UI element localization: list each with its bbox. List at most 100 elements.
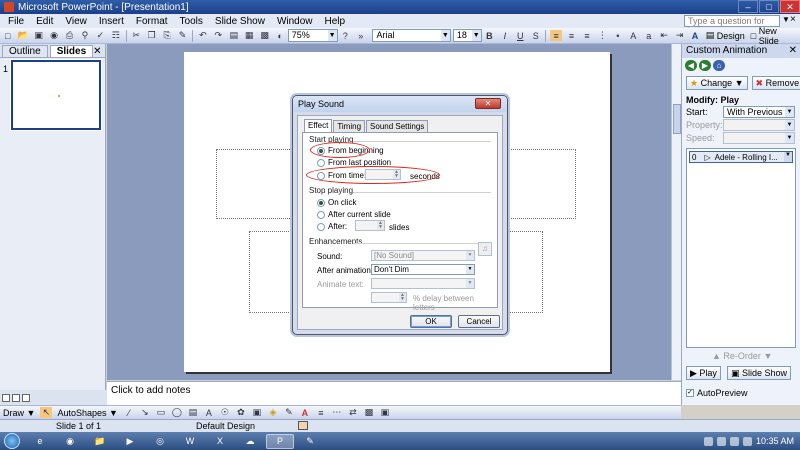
oval-icon[interactable]: ◯	[171, 407, 183, 418]
shadow-icon[interactable]: S	[530, 30, 541, 41]
menu-view[interactable]: View	[59, 16, 93, 27]
cancel-button[interactable]: Cancel	[458, 315, 500, 328]
save-icon[interactable]: ▣	[33, 30, 44, 41]
arrow-icon[interactable]: ↘	[139, 407, 151, 418]
after-slides-radio[interactable]: After:	[317, 222, 347, 231]
table-icon[interactable]: ▦	[243, 30, 254, 41]
property-select[interactable]: ▼	[723, 119, 795, 131]
wordart-icon[interactable]: A	[203, 407, 215, 418]
shadow-style-icon[interactable]: ▩	[363, 407, 375, 418]
chevron-down-icon[interactable]: ▼	[784, 152, 792, 162]
font-color-icon[interactable]: A	[689, 30, 700, 41]
print-icon[interactable]: ⎙	[64, 30, 75, 41]
normal-view-icon[interactable]	[2, 393, 10, 402]
from-beginning-radio[interactable]: From beginning	[317, 146, 384, 155]
cut-icon[interactable]: ✂	[130, 30, 141, 41]
underline-icon[interactable]: U	[515, 30, 526, 41]
tray-arrow-icon[interactable]	[703, 436, 713, 446]
network-icon[interactable]	[716, 436, 726, 446]
open-icon[interactable]: 📂	[17, 30, 29, 41]
menu-help[interactable]: Help	[319, 16, 352, 27]
change-button[interactable]: ★ Change ▼	[686, 76, 748, 90]
decrease-font-icon[interactable]: a	[643, 30, 654, 41]
font-color-icon[interactable]: A	[299, 407, 311, 418]
spin-arrows-icon[interactable]: ▲ ▼	[393, 170, 400, 179]
speaker-icon[interactable]: ♫	[478, 242, 492, 256]
clock[interactable]: 10:35 AM	[756, 436, 794, 446]
powerpoint-taskbar-icon[interactable]: P	[266, 433, 294, 449]
tab-effect[interactable]: Effect	[304, 119, 333, 132]
line-style-icon[interactable]: ≡	[315, 407, 327, 418]
bold-icon[interactable]: B	[484, 30, 495, 41]
spelling-icon[interactable]: ✓	[95, 30, 106, 41]
decrease-indent-icon[interactable]: ⇤	[658, 30, 669, 41]
3d-style-icon[interactable]: ▣	[379, 407, 391, 418]
spelling-status-icon[interactable]	[298, 421, 308, 430]
menu-window[interactable]: Window	[271, 16, 319, 27]
firefox-icon[interactable]: ◉	[56, 434, 84, 449]
align-right-icon[interactable]: ≡	[581, 30, 592, 41]
from-time-input[interactable]: ▲ ▼	[365, 169, 401, 180]
animate-text-select[interactable]: ▼	[371, 278, 475, 289]
picture-icon[interactable]: ▣	[251, 407, 263, 418]
remove-button[interactable]: ✖ Remove	[751, 76, 800, 90]
slide-thumbnail[interactable]	[10, 59, 102, 131]
sound-select[interactable]: [No Sound] ▼	[371, 250, 475, 261]
move-down-icon[interactable]: ▼	[761, 351, 772, 361]
align-left-icon[interactable]: ≡	[550, 30, 562, 41]
autopreview-checkbox[interactable]: ✓	[686, 389, 694, 397]
move-up-icon[interactable]: ▲	[712, 351, 723, 361]
copy-icon[interactable]: ❐	[146, 30, 157, 41]
slide-sorter-icon[interactable]	[12, 393, 20, 402]
word-icon[interactable]: W	[176, 434, 204, 449]
chrome-icon[interactable]: ◎	[146, 434, 174, 449]
color-grayscale-icon[interactable]: ◐	[274, 30, 285, 41]
chart-icon[interactable]: ▤	[228, 30, 239, 41]
menu-insert[interactable]: Insert	[93, 16, 130, 27]
dialog-title-bar[interactable]: Play Sound ✕	[293, 96, 507, 112]
delay-input[interactable]: ▲ ▼	[371, 292, 407, 303]
maximize-icon[interactable]: □	[759, 0, 779, 13]
forward-icon[interactable]: ▶	[699, 59, 711, 71]
animation-list[interactable]: 0 ▷ Adele - Rolling I... ▼	[686, 148, 796, 348]
line-color-icon[interactable]: ✎	[283, 407, 295, 418]
research-icon[interactable]: ☶	[110, 30, 121, 41]
excel-icon[interactable]: X	[206, 434, 234, 449]
power-icon[interactable]	[742, 436, 752, 446]
start-select[interactable]: With Previous ▼	[723, 106, 795, 118]
start-button[interactable]	[4, 433, 20, 449]
spin-arrows-icon[interactable]: ▲ ▼	[399, 293, 406, 302]
tab-timing[interactable]: Timing	[333, 120, 366, 132]
vertical-scrollbar[interactable]	[671, 44, 681, 380]
italic-icon[interactable]: I	[499, 30, 510, 41]
from-time-radio[interactable]: From time:	[317, 171, 366, 180]
ie-icon[interactable]: e	[26, 434, 54, 449]
on-click-radio[interactable]: On click	[317, 198, 356, 207]
close-icon[interactable]: ✕	[780, 0, 800, 13]
menu-edit[interactable]: Edit	[30, 16, 59, 27]
format-painter-icon[interactable]: ✎	[177, 30, 188, 41]
textbox-icon[interactable]: ▤	[187, 407, 199, 418]
diagram-icon[interactable]: ☉	[219, 407, 231, 418]
back-icon[interactable]: ◀	[685, 59, 697, 71]
after-current-slide-radio[interactable]: After current slide	[317, 210, 391, 219]
ok-button[interactable]: OK	[410, 315, 452, 328]
align-center-icon[interactable]: ≡	[566, 30, 577, 41]
bittorrent-icon[interactable]: ☁	[236, 434, 264, 449]
volume-icon[interactable]	[729, 436, 739, 446]
increase-indent-icon[interactable]: ⇥	[674, 30, 685, 41]
zoom-select[interactable]: 75% ▼	[287, 29, 338, 42]
slideshow-button[interactable]: ▣ Slide Show	[726, 366, 791, 380]
speed-select[interactable]: ▼	[723, 132, 795, 144]
tab-outline[interactable]: Outline	[2, 45, 48, 57]
undo-icon[interactable]: ↶	[197, 30, 208, 41]
menu-file[interactable]: File	[2, 16, 30, 27]
list-item[interactable]: 0 ▷ Adele - Rolling I... ▼	[689, 151, 793, 163]
font-size-select[interactable]: 18 ▼	[452, 29, 482, 42]
close-icon[interactable]: ✕	[789, 44, 800, 58]
tab-slides[interactable]: Slides	[49, 45, 94, 57]
media-player-icon[interactable]: ▶	[116, 434, 144, 449]
chevron-down-icon[interactable]: ▼	[782, 15, 790, 24]
new-slide-button[interactable]: □ New Slide	[748, 26, 800, 46]
numbering-icon[interactable]: ⋮	[597, 30, 608, 41]
